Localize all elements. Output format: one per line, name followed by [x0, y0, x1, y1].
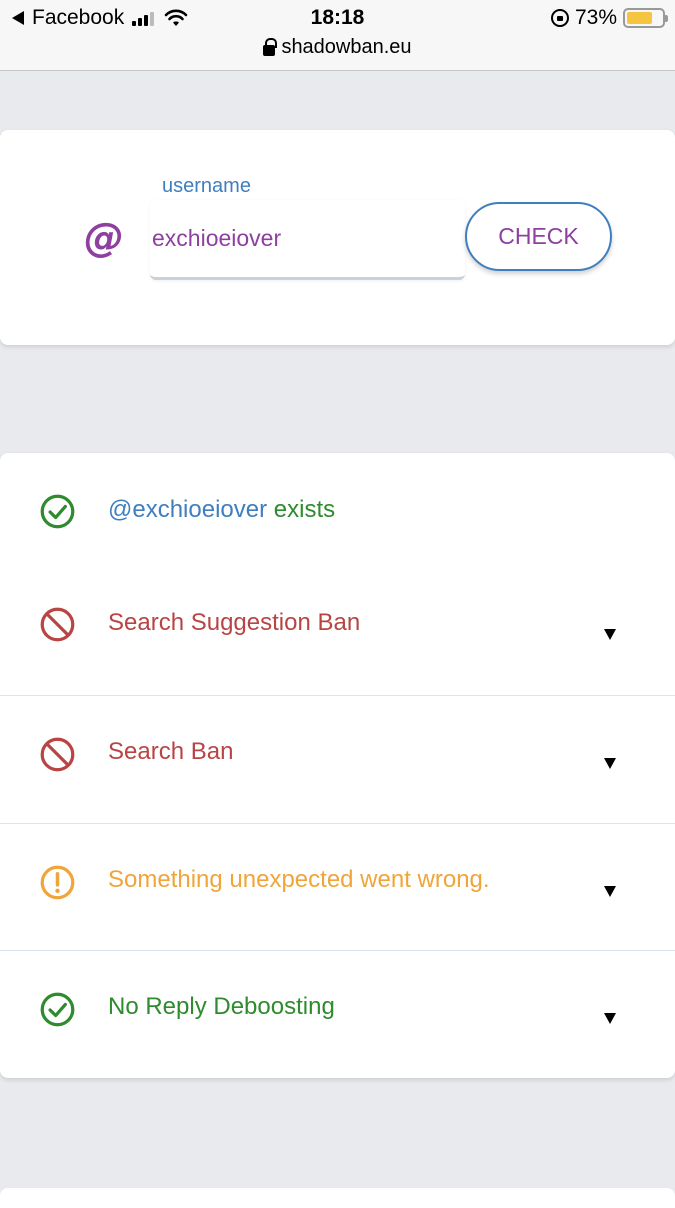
warning-icon: [40, 865, 75, 900]
battery-percent: 73%: [574, 6, 617, 29]
expand-caret-icon[interactable]: [604, 629, 616, 640]
back-to-app[interactable]: Facebook: [12, 6, 188, 30]
wifi-icon: [164, 9, 188, 26]
check-button[interactable]: CHECK: [465, 202, 612, 271]
result-label: Search Ban: [108, 738, 234, 765]
ban-icon: [40, 737, 75, 772]
browser-top-bar: Facebook 18:18 73% shadowban.eu: [0, 0, 675, 71]
exists-handle: @exchioeiover: [108, 496, 268, 523]
username-label: username: [162, 175, 251, 197]
rotation-lock-icon: [550, 9, 569, 27]
result-label: No Reply Deboosting: [108, 993, 335, 1020]
results-card: @exchioeiover exists Search Suggestion B…: [0, 453, 675, 1078]
search-card: @ username CHECK: [0, 130, 675, 345]
battery-level: [627, 12, 652, 24]
at-sign-icon: @: [84, 215, 124, 261]
result-label: Something unexpected went wrong.: [108, 866, 490, 893]
expand-caret-icon[interactable]: [604, 1013, 616, 1024]
result-row-search-suggestion-ban[interactable]: Search Suggestion Ban: [0, 566, 675, 695]
back-app-label: Facebook: [32, 6, 125, 29]
battery-icon: [623, 8, 668, 28]
status-right: 73%: [550, 6, 668, 30]
exists-suffix: exists: [267, 496, 336, 523]
expand-caret-icon[interactable]: [604, 886, 616, 897]
next-card-edge: [0, 1188, 675, 1208]
result-row-error[interactable]: Something unexpected went wrong.: [0, 823, 675, 950]
cellular-signal-icon: [132, 11, 155, 26]
expand-caret-icon[interactable]: [604, 758, 616, 769]
username-field[interactable]: [150, 200, 465, 280]
result-row-no-reply-deboosting[interactable]: No Reply Deboosting: [0, 950, 675, 1078]
back-arrow-icon: [12, 11, 24, 25]
ban-icon: [40, 607, 75, 642]
result-label: Search Suggestion Ban: [108, 609, 361, 636]
check-circle-icon: [40, 494, 75, 529]
url-domain: shadowban.eu: [281, 36, 412, 58]
padlock-icon: [263, 37, 278, 56]
result-row-exists: @exchioeiover exists: [0, 453, 675, 566]
exists-text: @exchioeiover exists: [108, 496, 335, 524]
username-input[interactable]: [150, 224, 450, 253]
check-circle-icon: [40, 992, 75, 1027]
result-row-search-ban[interactable]: Search Ban: [0, 695, 675, 823]
url-bar[interactable]: shadowban.eu: [0, 36, 675, 59]
